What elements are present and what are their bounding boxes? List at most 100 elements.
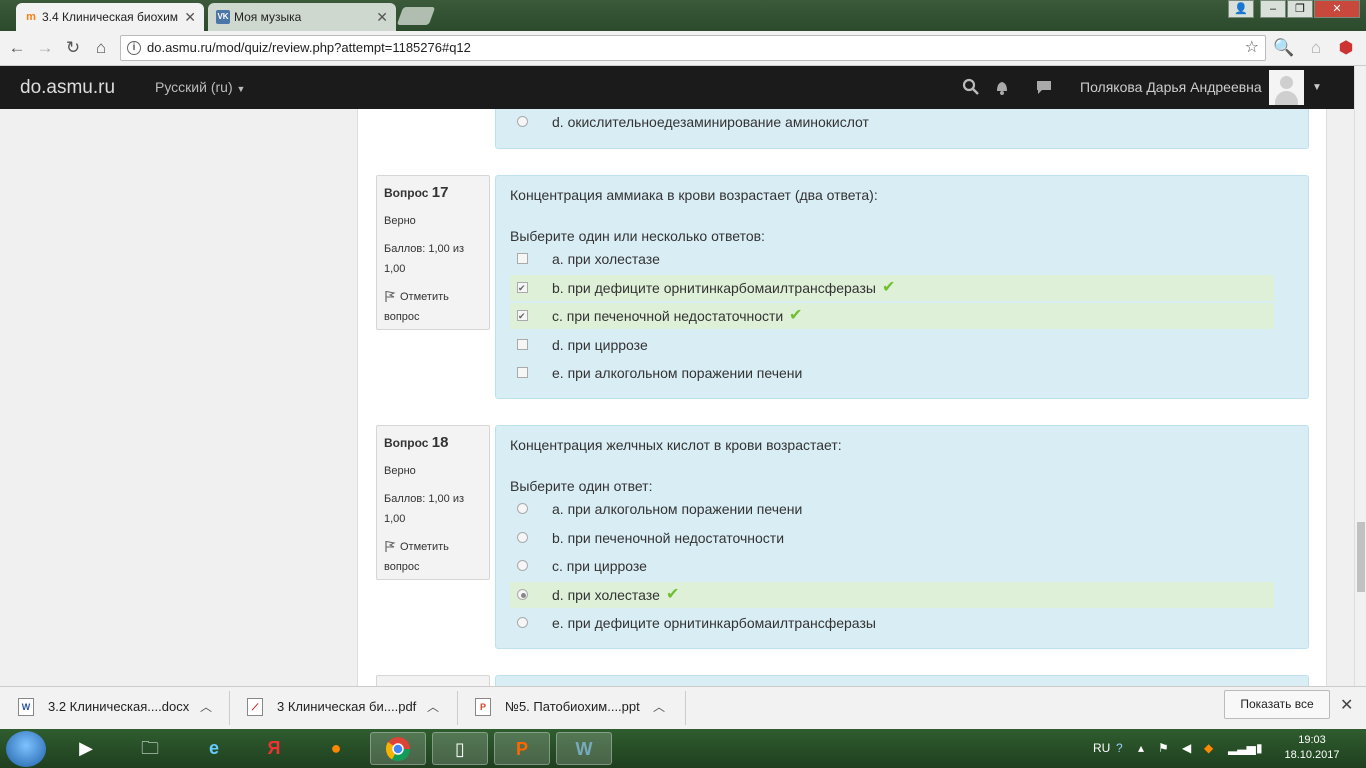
close-icon[interactable]: ✕ [1340,695,1353,715]
flag-question-link[interactable]: Отметить вопрос [384,287,482,327]
checkbox[interactable] [517,275,528,301]
download-item[interactable]: ⟋ 3 Клиническая би....pdf ︿ [229,687,457,730]
flag-question-link[interactable]: Отметить вопрос [384,537,482,577]
answer-option[interactable]: c. при печеночной недостаточности ✔ [510,303,1274,329]
zoom-extension-icon[interactable]: 🔍 [1273,37,1295,59]
media-player-icon[interactable]: ▶ [58,732,114,765]
answer-text: d. окислительноедезаминирование аминокис… [552,114,869,130]
answer-option[interactable]: d. при циррозе [510,332,1274,358]
checkbox[interactable] [517,367,528,378]
file-explorer-icon[interactable]: 🗀 [122,732,178,765]
answer-text: b. при дефиците орнитинкарбомаилтрансфер… [552,279,876,296]
answer-option[interactable]: a. при алкогольном поражении печени [510,496,1274,522]
notifications-bell-icon[interactable] [992,78,1012,98]
answer-text: a. при холестазе [552,251,660,267]
radio-button[interactable] [517,116,528,127]
forward-arrow-icon[interactable]: → [34,37,56,59]
language-menu[interactable]: Русский ‎(ru)‎ ▼ [155,66,245,111]
antivirus-icon[interactable]: ◆ [1204,729,1213,768]
answer-option[interactable]: e. при алкогольном поражении печени [510,360,1274,386]
chevron-up-icon[interactable]: ︿ [653,687,665,727]
messages-icon[interactable] [1034,78,1054,98]
battery-icon[interactable]: ▮ [1256,729,1263,768]
keyboard-language[interactable]: RU [1093,729,1110,768]
browser-tab-music[interactable]: VK Моя музыка ✕ [208,3,396,31]
radio-button[interactable] [517,503,528,514]
radio-button[interactable] [517,560,528,571]
checkbox[interactable] [517,338,528,350]
taskbar-clock[interactable]: 19:03 18.10.2017 [1282,733,1342,763]
flag-icon [385,541,396,552]
scrollbar-thumb[interactable] [1357,522,1365,592]
chrome-icon[interactable] [370,732,426,765]
question-info-17: Вопрос 17 Верно Баллов: 1,00 из 1,00 Отм… [376,175,490,330]
answer-option[interactable]: d. при холестазе ✔ [510,581,1274,608]
reload-icon[interactable]: ↻ [62,37,84,59]
question-content-18: Концентрация желчных кислот в крови возр… [495,425,1309,649]
radio-button[interactable] [517,588,528,600]
chevron-up-icon[interactable]: ︿ [427,687,439,727]
back-arrow-icon[interactable]: ← [6,37,28,59]
internet-explorer-icon[interactable]: e [186,732,242,765]
question-info-18: Вопрос 18 Верно Баллов: 1,00 из 1,00 Отм… [376,425,490,580]
tab-title: 3.4 Клиническая биохим [42,10,179,24]
avatar[interactable] [1269,70,1304,105]
volume-icon[interactable]: ◀ [1182,729,1191,768]
action-center-icon[interactable]: ⚑ [1158,729,1169,768]
network-signal-icon[interactable]: ▂▃▅ [1228,729,1256,768]
tab-close-icon[interactable]: ✕ [184,3,196,31]
site-navbar: do.asmu.ru Русский ‎(ru)‎ ▼ Полякова Дар… [0,66,1354,109]
question-content-17: Концентрация аммиака в крови возрастает … [495,175,1309,399]
minimize-button[interactable]: – [1260,0,1286,18]
correct-check-icon: ✔ [789,307,803,324]
site-brand-link[interactable]: do.asmu.ru [20,66,115,109]
answer-option[interactable]: a. при холестазе [510,246,1274,272]
tab-close-icon[interactable]: ✕ [376,3,388,31]
answer-option[interactable]: e. при дефиците орнитинкарбомаилтрансфер… [510,610,1274,636]
radio-button[interactable] [517,617,528,628]
checkbox[interactable] [517,303,528,329]
tray-arrow-icon[interactable]: ▴ [1138,729,1144,768]
answer-text: d. при холестазе [552,586,660,603]
document-app-icon[interactable]: ▯ [432,732,488,765]
radio-button[interactable] [517,531,528,543]
divider [685,691,686,725]
download-item[interactable]: W 3.2 Клиническая....docx ︿ [0,687,228,730]
maximize-button[interactable]: ❐ [1287,0,1313,18]
user-menu-name[interactable]: Полякова Дарья Андреевна [1080,66,1262,109]
powerpoint-icon[interactable]: P [494,732,550,765]
download-item[interactable]: P №5. Патобиохим....ppt ︿ [457,687,685,730]
site-info-icon[interactable]: i [127,41,141,55]
start-button[interactable] [6,731,46,767]
windows-taskbar: ▶ 🗀 e Я ● ▯ P W RU ? ▴ ⚑ ◀ ◆ ▂▃▅ ▮ 19:03… [0,729,1366,768]
yandex-extension-icon[interactable]: ⬢ [1335,37,1357,59]
word-file-icon: W [18,698,34,716]
answer-text: a. при алкогольном поражении печени [552,501,803,517]
page-content: d. окислительноедезаминирование аминокис… [0,109,1354,686]
answer-option[interactable]: c. при циррозе [510,553,1274,579]
bookmark-star-icon[interactable]: ☆ [1245,36,1259,60]
help-icon[interactable]: ? [1116,729,1123,768]
chevron-up-icon[interactable]: ︿ [200,687,212,727]
address-bar[interactable]: i do.asmu.ru/mod/quiz/review.php?attempt… [120,35,1266,61]
profile-button[interactable]: 👤 [1228,0,1254,18]
checkbox[interactable] [517,253,528,264]
firefox-icon[interactable]: ● [308,732,364,765]
page-scrollbar[interactable] [1354,66,1366,686]
answer-option[interactable]: b. при печеночной недостаточности [510,525,1274,551]
extension-icon[interactable]: ⌂ [1305,37,1327,59]
close-window-button[interactable]: ✕ [1314,0,1360,18]
home-icon[interactable]: ⌂ [90,37,112,59]
correct-check-icon: ✔ [666,585,680,603]
answer-option[interactable]: b. при дефиците орнитинкарбомаилтрансфер… [510,274,1274,301]
search-icon[interactable] [961,78,981,98]
answer-prompt: Выберите один ответ: [510,478,653,494]
yandex-browser-icon[interactable]: Я [246,732,302,765]
show-all-downloads-button[interactable]: Показать все [1224,690,1330,719]
browser-tab-active[interactable]: m 3.4 Клиническая биохим ✕ [16,3,204,31]
word-icon[interactable]: W [556,732,612,765]
new-tab-button[interactable] [396,7,436,25]
question-state: Верно [384,465,416,477]
answer-option[interactable]: d. окислительноедезаминирование аминокис… [510,109,1274,135]
chevron-down-icon[interactable]: ▼ [1312,66,1322,109]
